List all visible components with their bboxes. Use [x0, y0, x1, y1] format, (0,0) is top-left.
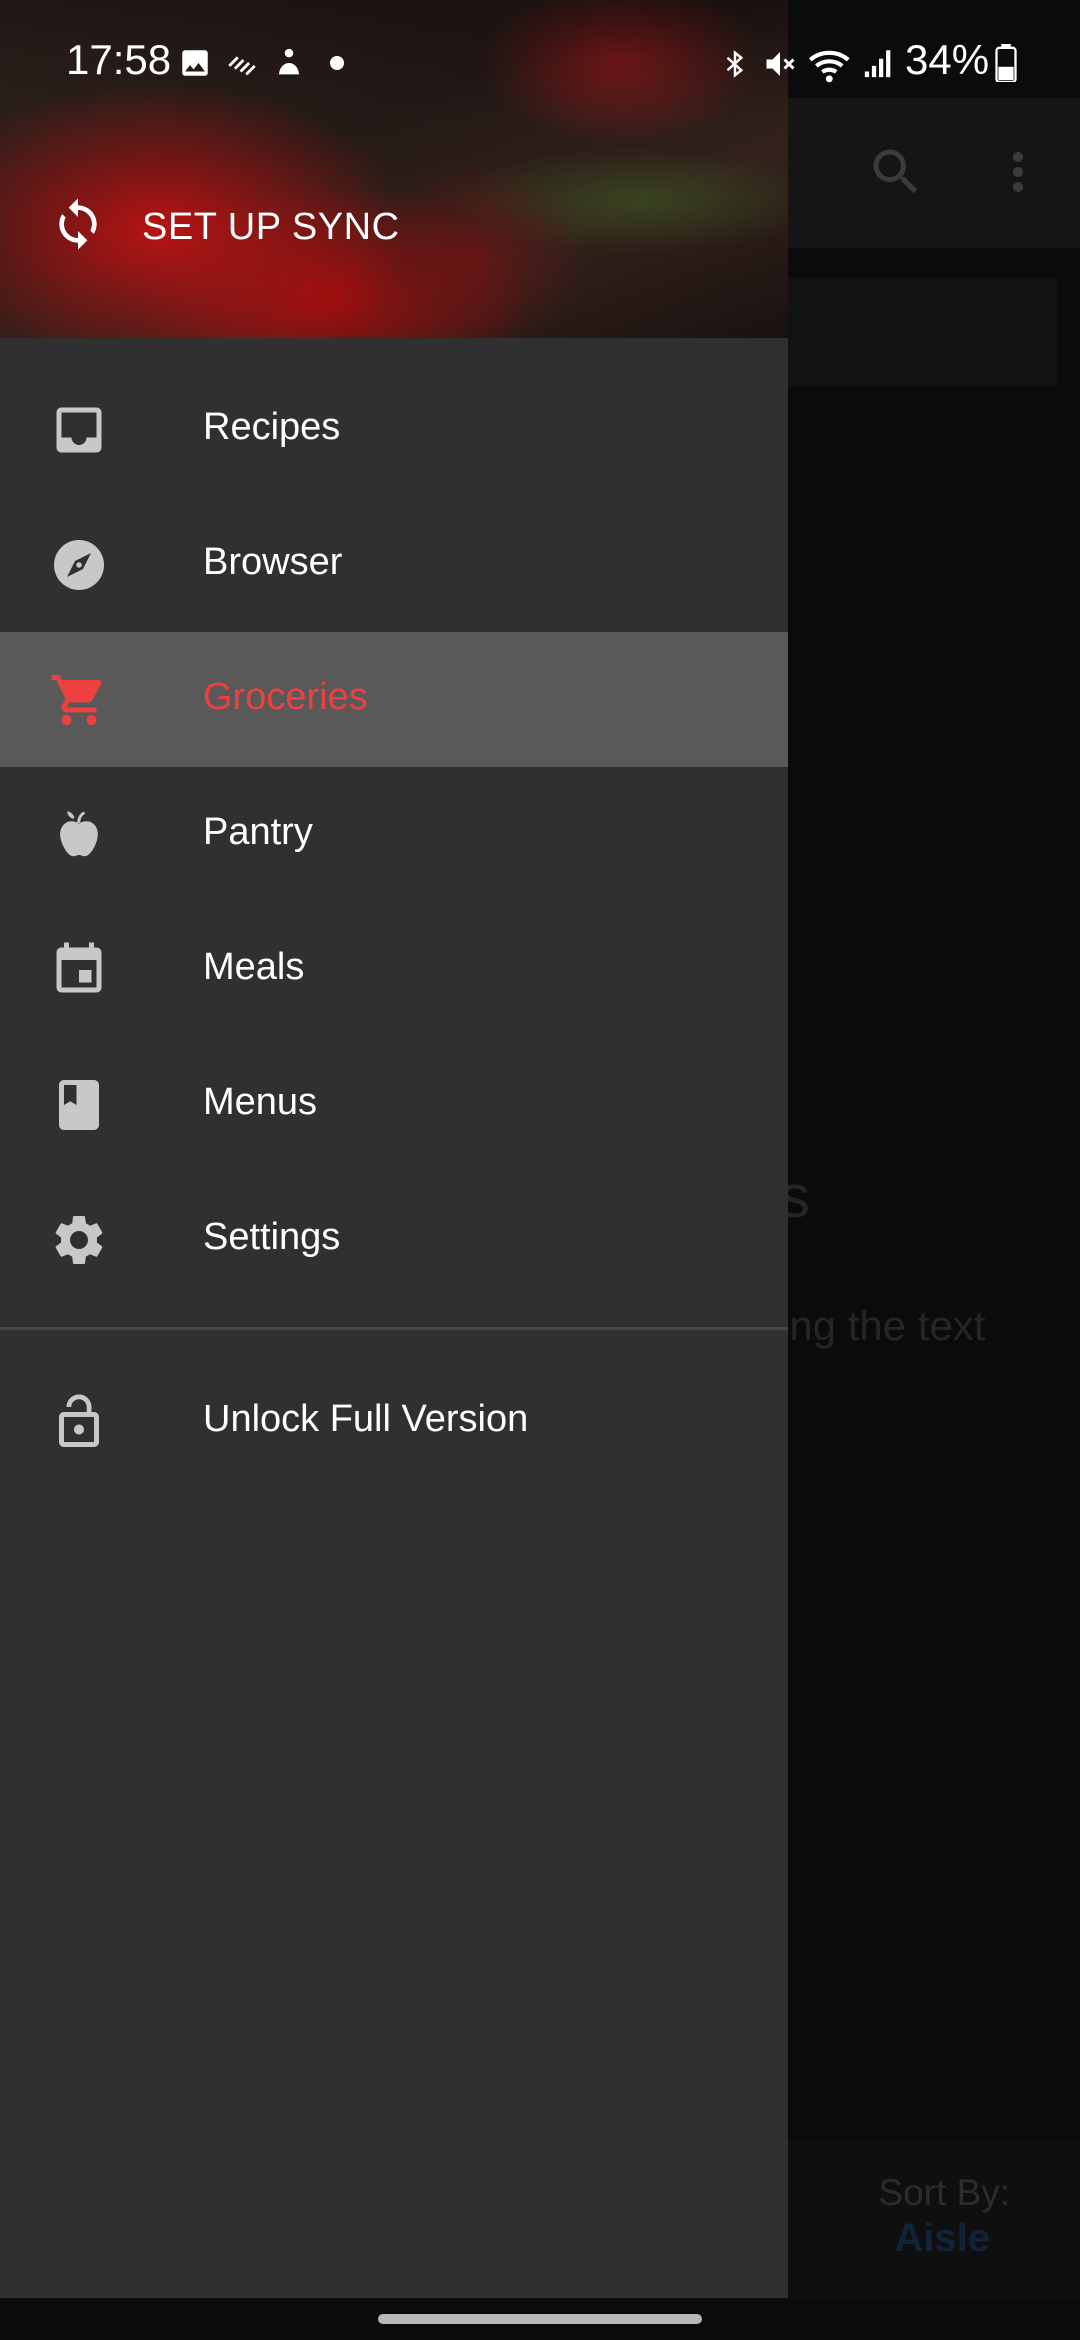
gallery-icon — [182, 50, 208, 76]
drawer-item-unlock[interactable]: Unlock Full Version — [0, 1354, 788, 1489]
drawer-item-meals[interactable]: Meals — [0, 902, 788, 1037]
dot-icon — [330, 56, 344, 70]
stripes-icon — [228, 56, 256, 76]
sync-icon — [59, 198, 97, 250]
drawer-item-recipes[interactable]: Recipes — [0, 362, 788, 497]
lock-open-icon — [59, 1394, 99, 1447]
navigation-drawer: SET UP SYNC Recipes Browser Groceries Pa… — [0, 0, 788, 2298]
book-icon — [59, 1080, 99, 1130]
drawer-item-groceries[interactable]: Groceries — [0, 632, 788, 767]
gear-icon — [55, 1216, 103, 1264]
drawer-item-settings[interactable]: Settings — [0, 1172, 788, 1307]
drawer-item-label: Unlock Full Version — [203, 1398, 529, 1440]
inbox-icon — [56, 407, 102, 453]
drawer-divider — [0, 1327, 788, 1330]
mute-icon — [766, 52, 795, 76]
compass-icon — [54, 540, 104, 590]
drawer-item-browser[interactable]: Browser — [0, 497, 788, 632]
set-up-sync-label[interactable]: SET UP SYNC — [142, 206, 400, 249]
battery-percent: 34% — [905, 36, 990, 83]
home-indicator[interactable] — [378, 2314, 702, 2324]
bixby-icon — [279, 48, 299, 75]
drawer-item-label: Meals — [203, 946, 305, 988]
cart-icon — [51, 675, 102, 725]
drawer-item-label: Settings — [203, 1216, 341, 1258]
status-bar: 17:58 34% — [0, 0, 1080, 98]
apple-icon — [60, 811, 98, 857]
drawer-item-label: Browser — [203, 541, 343, 583]
drawer-item-menus[interactable]: Menus — [0, 1037, 788, 1172]
drawer-item-label: Groceries — [203, 676, 368, 718]
status-time: 17:58 — [66, 36, 172, 83]
signal-icon — [864, 50, 891, 78]
drawer-item-label: Recipes — [203, 406, 341, 448]
battery-icon — [995, 44, 1017, 82]
drawer-item-label: Menus — [203, 1081, 318, 1123]
drawer-item-pantry[interactable]: Pantry — [0, 767, 788, 902]
drawer-item-label: Pantry — [203, 811, 313, 853]
bluetooth-icon — [726, 50, 744, 78]
calendar-icon — [56, 942, 102, 993]
wifi-icon — [808, 50, 850, 83]
